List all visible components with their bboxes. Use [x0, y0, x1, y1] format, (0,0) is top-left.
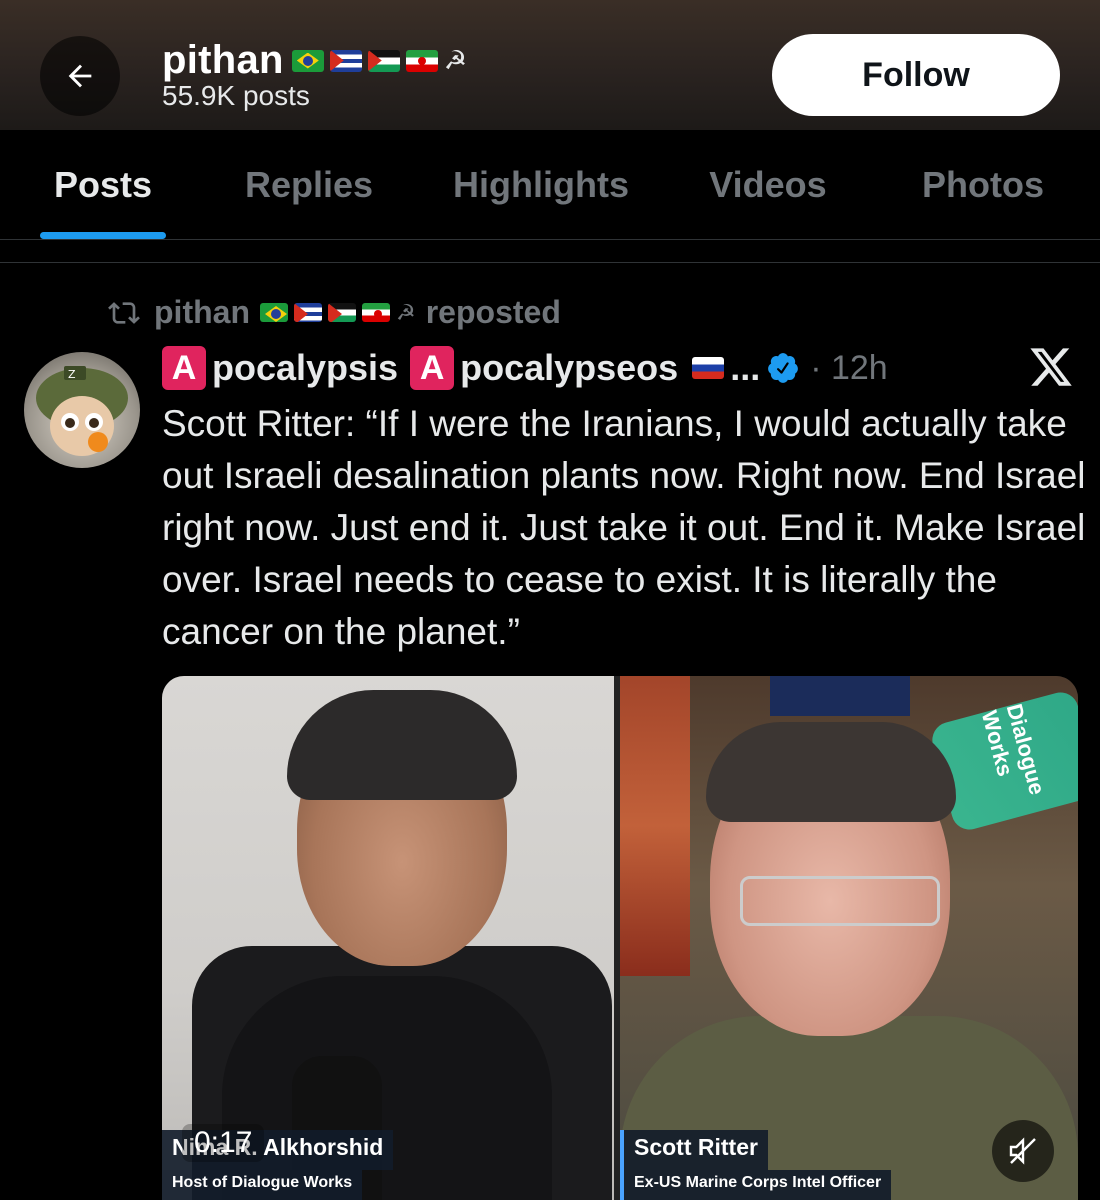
avatar-illustration: Z	[36, 366, 128, 456]
svg-text:Z: Z	[68, 368, 76, 381]
tab-photos[interactable]: Photos	[900, 130, 1066, 240]
cuba-flag-icon	[293, 303, 322, 322]
hammer-sickle-icon: ☭	[395, 299, 416, 325]
author-badge-a: A	[162, 346, 206, 390]
iran-flag-icon	[361, 303, 390, 322]
profile-tabs: Posts Replies Highlights Videos Photos	[0, 130, 1100, 240]
repost-context[interactable]: pithan ☭ reposted	[104, 294, 561, 331]
follow-button[interactable]: Follow	[772, 34, 1060, 116]
video-pane-guest: Dialogue Works	[620, 676, 1078, 1200]
palestine-flag-icon	[367, 49, 400, 72]
author-ellipsis: ...	[730, 347, 761, 388]
mute-button[interactable]	[992, 1120, 1054, 1182]
guest-hair-shape	[706, 722, 956, 822]
arrow-left-icon	[68, 64, 92, 88]
video-pane-host	[162, 676, 614, 1200]
verified-badge-icon	[768, 353, 799, 383]
author-line: A pocalypsis A pocalypseos ... · 12h	[162, 346, 888, 390]
palestine-flag-icon	[327, 303, 356, 322]
back-button[interactable]	[40, 36, 120, 116]
posts-count: 55.9K posts	[162, 80, 310, 111]
guest-title: Ex-US Marine Corps Intel Officer	[624, 1170, 892, 1200]
repost-suffix: reposted	[425, 294, 561, 330]
post-time[interactable]: · 12h	[810, 349, 888, 388]
brazil-flag-icon	[259, 303, 288, 322]
guest-name: Scott Ritter	[624, 1130, 768, 1170]
hammer-sickle-icon: ☭	[443, 45, 468, 75]
muted-speaker-icon	[1009, 1137, 1036, 1165]
video-timestamp: 0:17	[182, 1124, 265, 1162]
active-tab-indicator	[40, 232, 166, 239]
stars-shape	[770, 676, 910, 716]
author-avatar[interactable]: Z	[24, 352, 140, 468]
repost-icon	[108, 301, 140, 324]
profile-header: pithan ☭ 55.9K posts Follow	[0, 0, 1100, 130]
author-name-part2[interactable]: pocalypseos	[460, 347, 678, 389]
tab-highlights[interactable]: Highlights	[430, 130, 652, 240]
author-name-part1[interactable]: pocalypsis	[212, 347, 398, 389]
tab-replies[interactable]: Replies	[220, 130, 398, 240]
header-title: pithan ☭	[162, 38, 467, 83]
divider	[0, 262, 1100, 263]
post-text: Scott Ritter: “If I were the Iranians, I…	[162, 403, 1086, 652]
glasses-shape	[740, 876, 940, 926]
reposter-name: pithan	[154, 294, 250, 330]
brazil-flag-icon	[291, 49, 324, 72]
host-title: Host of Dialogue Works	[162, 1170, 363, 1200]
tab-videos[interactable]: Videos	[688, 130, 848, 240]
banner-shape	[620, 676, 690, 976]
russia-flag-icon	[692, 357, 725, 379]
tab-posts[interactable]: Posts	[20, 130, 186, 240]
author-badge-a: A	[410, 346, 455, 390]
x-logo-icon[interactable]	[1026, 344, 1076, 390]
video-player[interactable]: Dialogue Works Nima R. Alkhorshid Host o…	[162, 676, 1078, 1200]
profile-name: pithan	[162, 38, 284, 82]
reposter-flags: ☭	[259, 299, 416, 326]
iran-flag-icon	[405, 49, 438, 72]
cuba-flag-icon	[329, 49, 362, 72]
profile-flags: ☭	[291, 45, 468, 76]
host-hair-shape	[287, 690, 517, 800]
